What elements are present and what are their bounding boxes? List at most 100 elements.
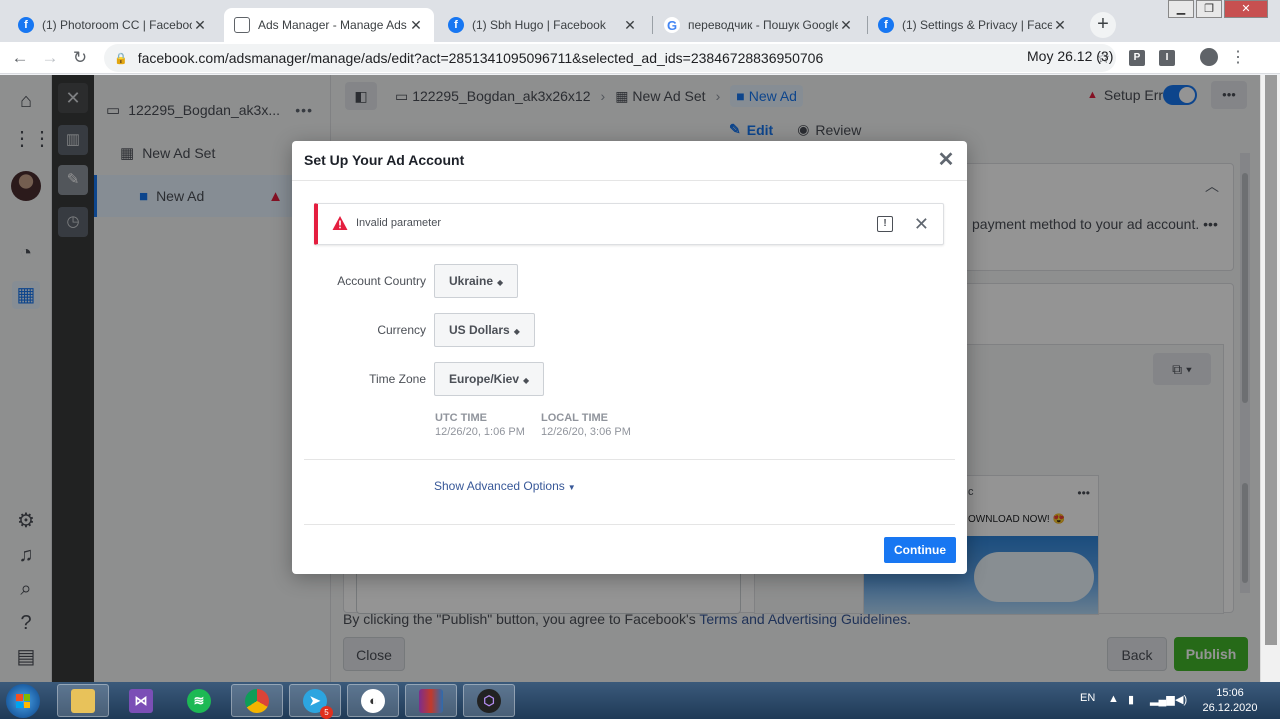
start-button[interactable] bbox=[6, 684, 40, 718]
select-value: Ukraine bbox=[449, 274, 494, 288]
close-tab-icon[interactable]: ✕ bbox=[1052, 17, 1068, 34]
browser-tab-sbh-hugo[interactable]: f (1) Sbh Hugo | Facebook ✕ bbox=[438, 8, 648, 42]
dismiss-alert-icon[interactable]: ✕ bbox=[914, 214, 929, 234]
ads-manager-icon bbox=[234, 17, 250, 33]
extension-i-icon[interactable]: I bbox=[1159, 50, 1175, 66]
browser-tab-bar: f (1) Photoroom CC | Facebook ✕ Ads Mana… bbox=[0, 0, 1280, 42]
browser-tab-ads-manager[interactable]: Ads Manager - Manage Ads - A ✕ bbox=[224, 8, 434, 42]
utc-time-header: UTC TIME bbox=[435, 412, 487, 424]
tab-title: Ads Manager - Manage Ads - A bbox=[258, 18, 408, 32]
tab-title: (1) Settings & Privacy | Faceboo bbox=[902, 18, 1052, 32]
taskbar-visual-studio[interactable]: ⋈ bbox=[115, 684, 167, 717]
account-country-select[interactable]: Ukraine ◆ bbox=[434, 264, 519, 298]
browser-menu-icon[interactable]: ⋮ bbox=[1230, 47, 1246, 67]
scrollbar-thumb[interactable] bbox=[1265, 75, 1277, 645]
time-zone-select[interactable]: Europe/Kiev ◆ bbox=[434, 362, 545, 396]
time-zone-row: Time Zone Europe/Kiev ◆ bbox=[292, 362, 967, 396]
notification-badge: 5 bbox=[320, 705, 333, 719]
volume-icon[interactable]: ◀) bbox=[1175, 693, 1187, 706]
account-icon[interactable] bbox=[1200, 48, 1218, 66]
new-tab-button[interactable]: + bbox=[1090, 12, 1116, 38]
close-tab-icon[interactable]: ✕ bbox=[622, 17, 638, 34]
hexagon-app-icon: ⬡ bbox=[477, 688, 501, 713]
facebook-icon: f bbox=[448, 17, 464, 33]
setup-ad-account-dialog: Set Up Your Ad Account ✕ Invalid paramet… bbox=[292, 141, 967, 574]
browser-toolbar: ← → ↻ 🔒 facebook.com/adsmanager/manage/a… bbox=[0, 42, 1280, 74]
facebook-icon: f bbox=[878, 17, 894, 33]
page-scrollbar[interactable] bbox=[1260, 75, 1280, 682]
local-time: LOCAL TIME 12/26/20, 3:06 PM bbox=[541, 412, 631, 438]
winrar-icon bbox=[419, 688, 443, 713]
select-arrows-icon: ◆ bbox=[497, 278, 504, 287]
utc-time: UTC TIME 12/26/20, 1:06 PM bbox=[435, 412, 525, 438]
close-tab-icon[interactable]: ✕ bbox=[408, 17, 424, 34]
taskbar-spotify[interactable]: ≋ bbox=[173, 684, 225, 717]
device-icon[interactable]: ▮ bbox=[1128, 693, 1134, 706]
utc-time-value: 12/26/20, 1:06 PM bbox=[435, 426, 525, 438]
currency-label: Currency bbox=[377, 323, 426, 337]
facebook-icon: f bbox=[18, 17, 34, 33]
extension-p-icon[interactable]: P bbox=[1129, 50, 1145, 66]
dialog-header: Set Up Your Ad Account ✕ bbox=[292, 141, 967, 181]
visual-studio-icon: ⋈ bbox=[129, 688, 153, 713]
close-window-icon[interactable]: ✕ bbox=[1224, 0, 1268, 18]
close-tab-icon[interactable]: ✕ bbox=[838, 17, 854, 34]
window-controls: ▁ ❐ ✕ bbox=[1168, 0, 1268, 18]
back-arrow-icon[interactable]: ← bbox=[8, 46, 32, 70]
currency-row: Currency US Dollars ◆ bbox=[292, 313, 967, 347]
error-alert: Invalid parameter ! ✕ bbox=[314, 203, 944, 245]
clock-date: 26.12.2020 bbox=[1202, 702, 1258, 714]
browser-tab-google[interactable]: G переводчик - Пошук Google ✕ bbox=[654, 8, 864, 42]
language-indicator[interactable]: EN bbox=[1080, 692, 1095, 704]
lock-icon: 🔒 bbox=[114, 52, 128, 65]
tab-title: (1) Photoroom CC | Facebook bbox=[42, 18, 192, 32]
profile-label[interactable]: Moy 26.12 (3) bbox=[1027, 48, 1113, 64]
account-country-row: Account Country Ukraine ◆ bbox=[292, 264, 967, 298]
forward-arrow-icon[interactable]: → bbox=[38, 46, 62, 70]
report-feedback-icon[interactable]: ! bbox=[877, 216, 893, 232]
minimize-icon[interactable]: ▁ bbox=[1168, 0, 1194, 18]
spotify-icon: ≋ bbox=[187, 688, 211, 713]
dialog-title: Set Up Your Ad Account bbox=[304, 152, 465, 168]
taskbar-chrome[interactable] bbox=[231, 684, 283, 717]
windows-taskbar: ⋈ ≋ ➤ 5 ◐ ⬡ EN ▲ ▮ ▂▄▆ ◀) 15:06 26.12.202… bbox=[0, 682, 1280, 719]
tab-title: (1) Sbh Hugo | Facebook bbox=[472, 18, 606, 32]
select-arrows-icon: ◆ bbox=[513, 327, 520, 336]
show-advanced-options-link[interactable]: Show Advanced Options ▼ bbox=[434, 479, 576, 493]
restore-icon[interactable]: ❐ bbox=[1196, 0, 1222, 18]
local-time-value: 12/26/20, 3:06 PM bbox=[541, 426, 631, 438]
time-zone-label: Time Zone bbox=[369, 372, 426, 386]
browser-tab-settings[interactable]: f (1) Settings & Privacy | Faceboo ✕ bbox=[868, 8, 1078, 42]
google-icon: G bbox=[664, 17, 680, 33]
taskbar-winrar[interactable] bbox=[405, 684, 457, 717]
advanced-label: Show Advanced Options bbox=[434, 479, 565, 493]
signal-icon[interactable]: ▂▄▆ bbox=[1150, 693, 1175, 706]
continue-button[interactable]: Continue bbox=[884, 537, 956, 563]
reload-icon[interactable]: ↻ bbox=[68, 46, 92, 70]
divider bbox=[304, 524, 955, 525]
folder-icon bbox=[71, 688, 95, 713]
taskbar-clock[interactable]: 15:06 26.12.2020 bbox=[1200, 686, 1260, 716]
chrome-icon bbox=[245, 688, 269, 713]
taskbar-telegram[interactable]: ➤ 5 bbox=[289, 684, 341, 719]
currency-select[interactable]: US Dollars ◆ bbox=[434, 313, 535, 347]
tab-separator bbox=[652, 16, 653, 34]
telegram-icon: ➤ 5 bbox=[303, 688, 333, 719]
divider bbox=[304, 459, 955, 460]
caret-down-icon: ▼ bbox=[567, 483, 576, 492]
browser-tab-photoroom[interactable]: f (1) Photoroom CC | Facebook ✕ bbox=[8, 8, 218, 42]
tray-expand-icon[interactable]: ▲ bbox=[1108, 693, 1119, 705]
app-circle-icon: ◐ bbox=[361, 688, 385, 713]
windows-logo-icon bbox=[16, 694, 30, 708]
taskbar-app-dark[interactable]: ◐ bbox=[347, 684, 399, 717]
select-value: US Dollars bbox=[449, 323, 510, 337]
close-icon[interactable]: ✕ bbox=[935, 149, 957, 171]
taskbar-explorer[interactable] bbox=[57, 684, 109, 717]
select-arrows-icon: ◆ bbox=[523, 376, 530, 385]
close-tab-icon[interactable]: ✕ bbox=[192, 17, 208, 34]
address-bar[interactable]: 🔒 facebook.com/adsmanager/manage/ads/edi… bbox=[104, 44, 1116, 72]
taskbar-hex-app[interactable]: ⬡ bbox=[463, 684, 515, 717]
error-triangle-icon bbox=[332, 216, 348, 230]
url-text: facebook.com/adsmanager/manage/ads/edit?… bbox=[137, 50, 824, 66]
account-country-label: Account Country bbox=[337, 274, 426, 288]
